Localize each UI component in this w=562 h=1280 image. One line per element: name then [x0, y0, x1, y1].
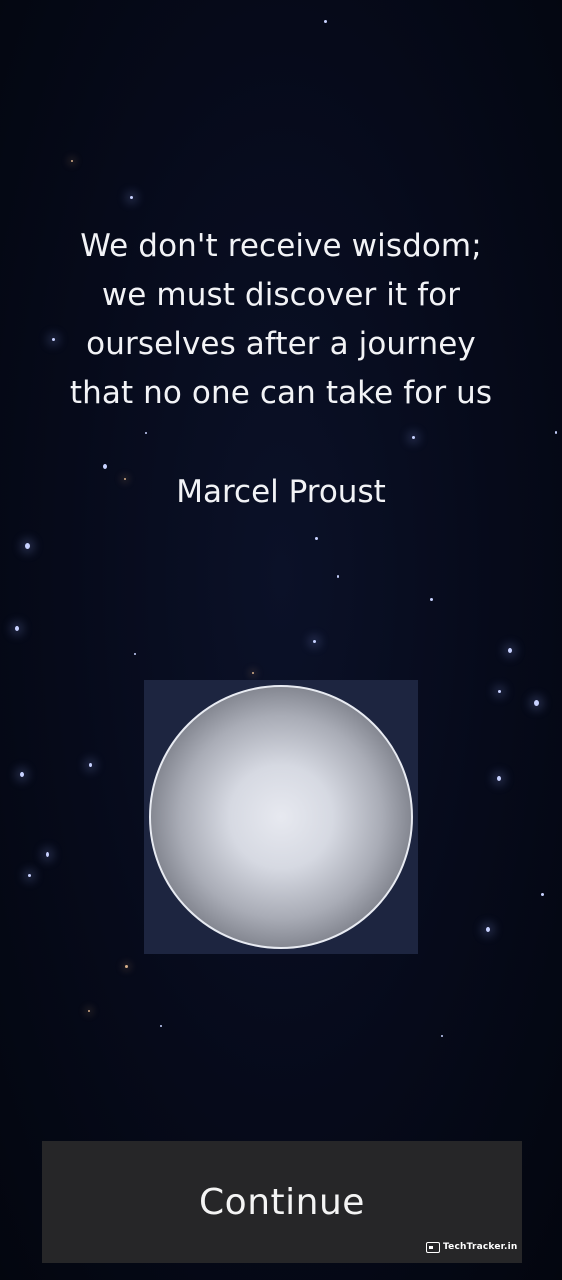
star — [125, 965, 128, 968]
star — [160, 1025, 162, 1027]
star — [430, 598, 433, 601]
star — [315, 537, 318, 540]
star — [103, 464, 107, 469]
quote-text: We don't receive wisdom; we must discove… — [30, 222, 532, 418]
browser-icon — [426, 1241, 440, 1253]
quote-author: Marcel Proust — [176, 474, 386, 510]
star — [534, 700, 539, 706]
star — [145, 432, 147, 434]
star — [130, 196, 133, 199]
quote-line: We don't receive wisdom; — [80, 228, 482, 264]
quote-line: we must discover it for — [101, 277, 461, 313]
glowing-orb-icon — [149, 685, 413, 949]
star — [313, 640, 316, 643]
star — [71, 160, 73, 162]
star — [46, 852, 49, 857]
star — [25, 543, 30, 549]
star — [15, 626, 19, 631]
orb-image — [144, 680, 418, 954]
star — [88, 1010, 90, 1012]
star — [486, 927, 490, 932]
watermark: TechTracker.in — [426, 1240, 518, 1254]
star — [20, 772, 24, 777]
star — [89, 763, 92, 767]
star — [555, 431, 557, 434]
quote-line: ourselves after a journey — [86, 326, 476, 362]
star — [441, 1035, 443, 1037]
watermark-text: TechTracker.in — [443, 1242, 518, 1252]
star — [134, 653, 136, 655]
star — [412, 436, 415, 439]
star — [337, 575, 339, 578]
star — [324, 20, 327, 23]
star — [28, 874, 31, 877]
star — [497, 776, 501, 781]
star — [508, 648, 512, 653]
star — [252, 672, 254, 674]
screen: We don't receive wisdom; we must discove… — [0, 0, 562, 1280]
star — [541, 893, 544, 896]
star — [498, 690, 501, 693]
quote-line: that no one can take for us — [69, 375, 493, 411]
